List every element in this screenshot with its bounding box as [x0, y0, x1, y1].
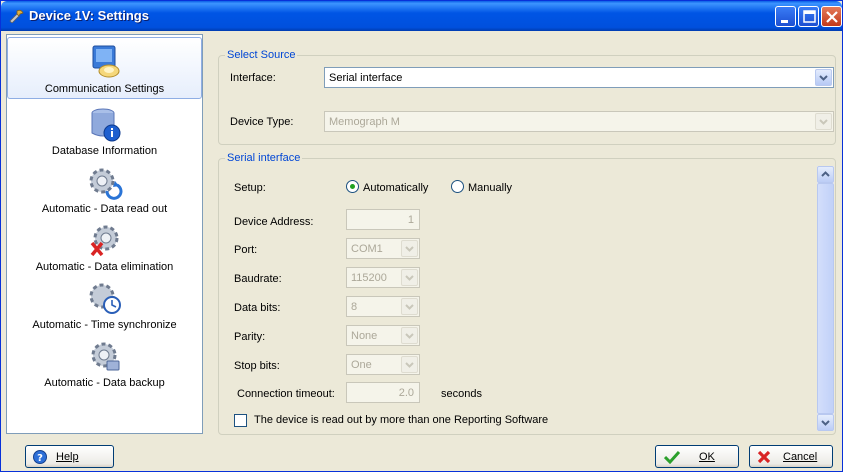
port-label: Port: — [234, 244, 258, 256]
parity-select[interactable]: None — [346, 325, 420, 346]
gear-delete-icon — [90, 225, 118, 257]
setup-auto-radio[interactable] — [346, 180, 359, 193]
nav-item-time-synchronize[interactable]: Automatic - Time synchronize — [7, 281, 202, 337]
device-address-field[interactable]: 1 — [346, 209, 420, 230]
nav-item-data-backup[interactable]: Automatic - Data backup — [7, 339, 202, 395]
timeout-label: Connection timeout: — [237, 388, 335, 400]
svg-text:?: ? — [37, 453, 43, 464]
help-button[interactable]: ? Help — [25, 445, 114, 468]
device-address-label: Device Address: — [234, 216, 314, 228]
dropdown-button[interactable] — [401, 327, 418, 344]
scroll-thumb[interactable] — [817, 183, 834, 414]
group-title: Select Source — [225, 49, 298, 61]
setup-label: Setup: — [234, 182, 266, 194]
baudrate-label: Baudrate: — [234, 273, 282, 285]
parity-label: Parity: — [234, 331, 266, 343]
setup-manual-radio[interactable] — [451, 180, 464, 193]
gear-clock-icon — [89, 283, 121, 314]
settings-window: Device 1V: Settings Communication Settin… — [0, 0, 843, 472]
stop-bits-select[interactable]: One — [346, 354, 420, 375]
vertical-scrollbar[interactable] — [817, 166, 834, 431]
parity-value: None — [351, 330, 378, 342]
chevron-down-icon — [405, 304, 414, 310]
dropdown-button[interactable] — [815, 113, 832, 130]
chevron-down-icon — [405, 275, 414, 281]
device-type-value: Memograph M — [329, 116, 400, 128]
multi-read-checkbox[interactable] — [234, 414, 247, 427]
timeout-unit: seconds — [441, 388, 482, 400]
stop-bits-label: Stop bits: — [234, 360, 280, 372]
minimize-button[interactable] — [775, 6, 796, 27]
gear-refresh-icon — [89, 168, 122, 200]
checkmark-icon — [664, 450, 680, 464]
nav-label: Database Information — [51, 145, 158, 157]
dropdown-button[interactable] — [401, 356, 418, 373]
dropdown-button[interactable] — [401, 269, 418, 286]
nav-item-data-elimination[interactable]: Automatic - Data elimination — [7, 223, 202, 279]
gear-backup-icon — [91, 342, 119, 371]
communication-icon — [92, 45, 119, 78]
device-type-select[interactable]: Memograph M — [324, 111, 834, 132]
nav-label: Automatic - Time synchronize — [32, 319, 177, 331]
nav-item-database-information[interactable]: Database Information — [7, 107, 202, 163]
cancel-label: Cancel — [783, 451, 818, 463]
help-label: Help — [56, 451, 79, 463]
maximize-icon — [803, 10, 816, 23]
dropdown-button[interactable] — [401, 298, 418, 315]
timeout-field[interactable]: 2.0 — [346, 382, 420, 403]
data-bits-value: 8 — [351, 301, 358, 313]
interface-label: Interface: — [230, 72, 276, 84]
database-info-icon — [91, 108, 120, 142]
title-bar[interactable]: Device 1V: Settings — [1, 1, 842, 31]
data-bits-label: Data bits: — [234, 302, 281, 314]
nav-label: Communication Settings — [44, 83, 165, 95]
port-value: COM1 — [351, 243, 383, 255]
stop-bits-value: One — [351, 359, 372, 371]
cancel-button[interactable]: Cancel — [749, 445, 833, 468]
chevron-up-icon — [821, 171, 830, 177]
baudrate-select[interactable]: 115200 — [346, 267, 420, 288]
chevron-down-icon — [819, 75, 828, 81]
setup-auto-label[interactable]: Automatically — [363, 182, 428, 194]
scroll-up-button[interactable] — [817, 166, 834, 183]
nav-label: Automatic - Data elimination — [35, 261, 174, 273]
dropdown-button[interactable] — [401, 240, 418, 257]
window-title: Device 1V: Settings — [29, 8, 149, 23]
port-select[interactable]: COM1 — [346, 238, 420, 259]
close-icon — [826, 11, 838, 23]
nav-item-communication-settings[interactable]: Communication Settings — [7, 37, 202, 99]
data-bits-select[interactable]: 8 — [346, 296, 420, 317]
ok-button[interactable]: OK — [655, 445, 739, 468]
settings-nav: Communication Settings Database Informat… — [6, 34, 203, 434]
group-title: Serial interface — [225, 152, 303, 164]
maximize-button[interactable] — [798, 6, 819, 27]
chevron-down-icon — [821, 420, 830, 426]
help-icon: ? — [33, 450, 47, 464]
dropdown-button[interactable] — [815, 69, 832, 86]
chevron-down-icon — [405, 246, 414, 252]
setup-manual-label[interactable]: Manually — [468, 182, 512, 194]
chevron-down-icon — [405, 333, 414, 339]
nav-label: Automatic - Data read out — [41, 203, 168, 215]
minimize-icon — [781, 20, 788, 23]
device-type-label: Device Type: — [230, 116, 294, 128]
scroll-down-button[interactable] — [817, 414, 834, 431]
radio-selected-dot — [350, 184, 355, 189]
interface-select[interactable]: Serial interface — [324, 67, 834, 88]
nav-label: Automatic - Data backup — [44, 377, 165, 389]
ok-label: OK — [699, 451, 715, 463]
cancel-x-icon — [757, 450, 771, 464]
interface-value: Serial interface — [329, 72, 403, 84]
multi-read-label[interactable]: The device is read out by more than one … — [254, 414, 548, 426]
wrench-icon — [9, 9, 24, 23]
nav-item-data-read-out[interactable]: Automatic - Data read out — [7, 165, 202, 221]
close-button[interactable] — [821, 6, 842, 27]
chevron-down-icon — [405, 362, 414, 368]
baudrate-value: 115200 — [351, 272, 387, 284]
chevron-down-icon — [819, 119, 828, 125]
